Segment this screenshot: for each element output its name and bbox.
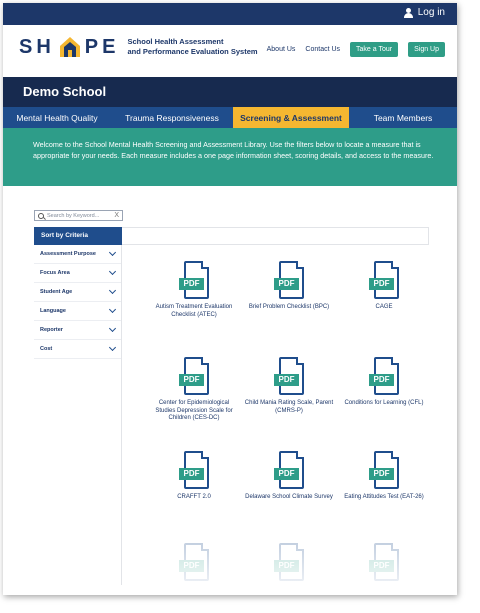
measure-label: Brief Problem Checklist (BPC) xyxy=(248,304,330,310)
measure-label: CAGE xyxy=(375,304,393,310)
logo-letters-right: PE xyxy=(84,35,120,58)
browser-frame: Log in SH PE School Health Assessment an… xyxy=(3,3,457,595)
measure-label: Eating Attitudes Test (EAT-26) xyxy=(344,494,424,500)
logo-letters-left: SH xyxy=(19,35,55,58)
login-link[interactable]: Log in xyxy=(403,7,445,18)
filter-label: Focus Area xyxy=(40,270,70,276)
filter-language[interactable]: Language xyxy=(34,302,121,321)
site-header: SH PE School Health Assessment and Perfo… xyxy=(3,25,457,77)
chevron-down-icon xyxy=(108,343,117,352)
sort-by-criteria-header: Sort by Criteria xyxy=(34,227,122,245)
filter-label: Language xyxy=(40,308,66,314)
search-icon xyxy=(38,212,44,219)
school-name: Demo School xyxy=(23,84,107,99)
pdf-icon: PDF xyxy=(369,261,399,299)
logo-subtitle-line2: and Performance Evaluation System xyxy=(127,47,258,56)
filter-label: Reporter xyxy=(40,327,63,333)
pdf-icon: PDF xyxy=(179,451,209,489)
logo-wordmark: SH PE xyxy=(19,35,119,59)
pdf-icon: PDF xyxy=(369,451,399,489)
pdf-icon: PDF xyxy=(369,357,399,395)
header-nav: About Us Contact Us Take a Tour Sign Up xyxy=(267,42,445,57)
measure-label: Delaware School Climate Survey xyxy=(245,494,333,500)
shape-logo[interactable]: SH PE School Health Assessment and Perfo… xyxy=(19,35,258,59)
measure-card[interactable]: PDF CAGE xyxy=(339,261,429,312)
intro-text: Welcome to the School Mental Health Scre… xyxy=(3,128,457,186)
chevron-down-icon xyxy=(108,286,117,295)
measure-card[interactable]: PDF Autism Treatment Evaluation Checklis… xyxy=(149,261,239,319)
take-a-tour-button[interactable]: Take a Tour xyxy=(350,42,399,57)
measure-card[interactable]: PDF Brief Problem Checklist (BPC) xyxy=(244,261,334,312)
pdf-icon: PDF xyxy=(274,261,304,299)
measure-card[interactable]: PDF Delaware School Climate Survey xyxy=(244,451,334,502)
filter-cost[interactable]: Cost xyxy=(34,340,121,359)
clear-search-icon[interactable]: X xyxy=(114,212,119,219)
search-placeholder: Search by Keyword... xyxy=(47,212,100,219)
pdf-icon: PDF xyxy=(179,261,209,299)
tab-trauma-responsiveness[interactable]: Trauma Responsiveness xyxy=(111,107,233,128)
logo-subtitle-line1: School Health Assessment xyxy=(127,37,224,46)
pdf-icon: PDF xyxy=(179,357,209,395)
measure-card[interactable]: PDF Child Mania Rating Scale, Parent (CM… xyxy=(244,357,334,415)
top-strip: Log in xyxy=(3,3,457,25)
filter-focus-area[interactable]: Focus Area xyxy=(34,264,121,283)
filter-sidebar: Assessment Purpose Focus Area Student Ag… xyxy=(34,245,122,585)
about-us-link[interactable]: About Us xyxy=(267,46,296,53)
measure-label: CRAFFT 2.0 xyxy=(177,494,211,500)
measure-card[interactable]: PDF Eating Attitudes Test (EAT-26) xyxy=(339,451,429,502)
chevron-down-icon xyxy=(108,267,117,276)
tab-team-members[interactable]: Team Members xyxy=(349,107,457,128)
filter-student-age[interactable]: Student Age xyxy=(34,283,121,302)
chevron-down-icon xyxy=(108,324,117,333)
sort-bar xyxy=(122,227,429,245)
tab-bar: Mental Health Quality Trauma Responsiven… xyxy=(3,107,457,133)
measure-card[interactable]: PDF CRAFFT 2.0 xyxy=(149,451,239,502)
chevron-down-icon xyxy=(108,305,117,314)
scroll-fade-overlay xyxy=(123,523,457,595)
filter-assessment-purpose[interactable]: Assessment Purpose xyxy=(34,245,121,264)
chevron-down-icon xyxy=(108,248,117,257)
measure-label: Center for Epidemiological Studies Depre… xyxy=(155,400,233,421)
house-icon xyxy=(59,37,80,57)
tab-screening-assessment[interactable]: Screening & Assessment xyxy=(233,107,349,133)
pdf-icon: PDF xyxy=(274,357,304,395)
login-label: Log in xyxy=(417,7,445,18)
measure-card[interactable]: PDF Conditions for Learning (CFL) xyxy=(339,357,429,408)
filter-label: Cost xyxy=(40,346,53,352)
measure-label: Conditions for Learning (CFL) xyxy=(344,400,424,406)
contact-us-link[interactable]: Contact Us xyxy=(305,46,340,53)
sign-up-button[interactable]: Sign Up xyxy=(408,42,445,57)
tab-mental-health-quality[interactable]: Mental Health Quality xyxy=(3,107,111,128)
pdf-icon: PDF xyxy=(274,451,304,489)
filter-reporter[interactable]: Reporter xyxy=(34,321,121,340)
measure-label: Autism Treatment Evaluation Checklist (A… xyxy=(155,304,233,318)
school-banner: Demo School xyxy=(3,77,457,107)
user-icon xyxy=(403,7,413,18)
filter-label: Assessment Purpose xyxy=(40,251,96,257)
measure-label: Child Mania Rating Scale, Parent (CMRS-P… xyxy=(244,400,334,414)
filter-label: Student Age xyxy=(40,289,73,295)
search-input[interactable]: Search by Keyword... X xyxy=(34,210,123,221)
measure-card[interactable]: PDF Center for Epidemiological Studies D… xyxy=(149,357,239,423)
logo-subtitle: School Health Assessment and Performance… xyxy=(127,37,257,57)
